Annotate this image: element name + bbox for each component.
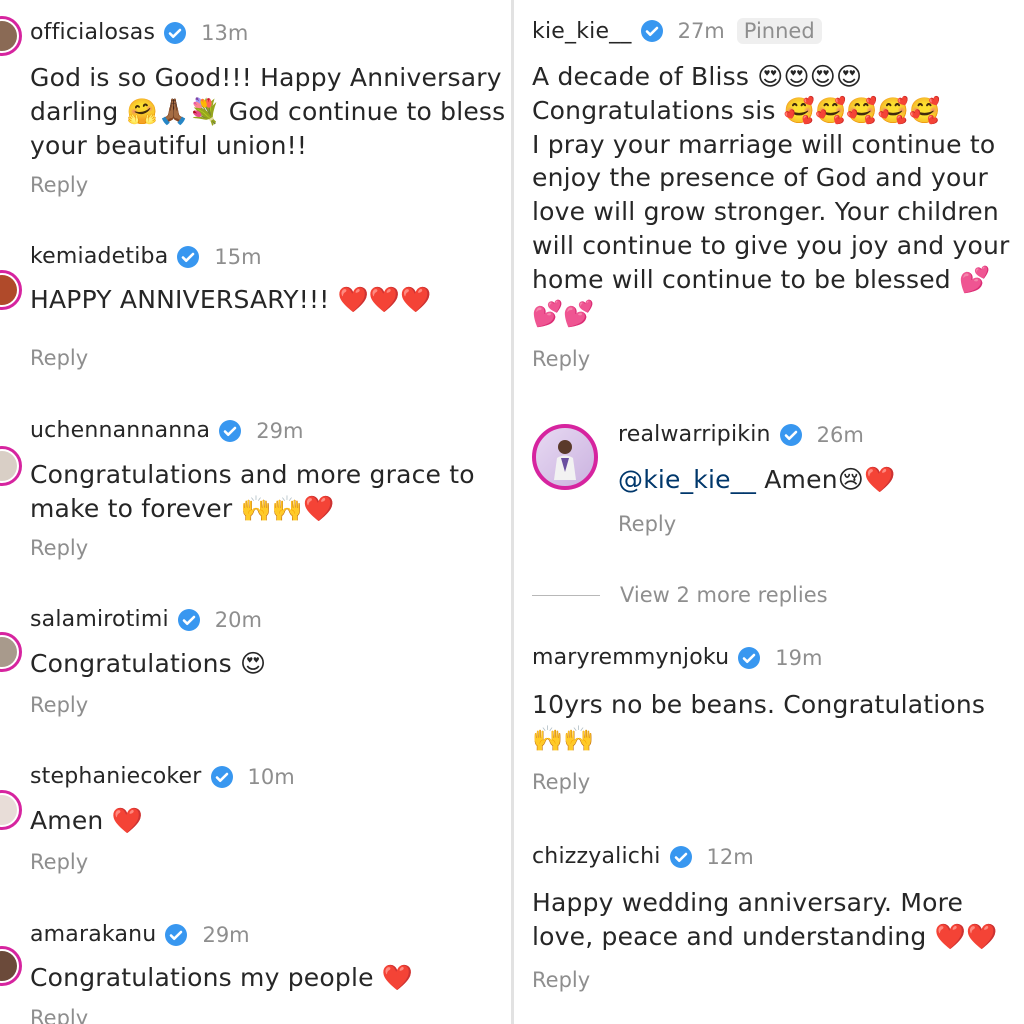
reply-button[interactable]: Reply — [30, 173, 88, 197]
username[interactable]: kie_kie__ — [532, 19, 632, 44]
comment-text: Congratulations my people ❤️ — [30, 963, 414, 992]
view-more-label: View 2 more replies — [620, 583, 828, 607]
username[interactable]: maryremmynjoku — [532, 645, 729, 670]
timestamp: 20m — [214, 607, 262, 632]
avatar[interactable] — [0, 446, 22, 486]
verified-badge-icon — [165, 923, 188, 946]
verified-badge-icon — [177, 245, 200, 268]
reply-button[interactable]: Reply — [30, 1006, 88, 1024]
timestamp: 10m — [247, 764, 295, 789]
username[interactable]: stephaniecoker — [30, 764, 202, 789]
username[interactable]: amarakanu — [30, 922, 156, 947]
timestamp: 26m — [816, 422, 864, 447]
comment-text: Amen ❤️ — [30, 806, 143, 835]
username[interactable]: officialosas — [30, 20, 155, 45]
verified-badge-icon — [738, 646, 761, 669]
reply-button[interactable]: Reply — [618, 512, 676, 536]
comment-header: maryremmynjoku 19m — [532, 645, 822, 670]
mention-link[interactable]: @kie_kie__ — [618, 465, 756, 494]
verified-badge-icon — [640, 20, 663, 42]
username[interactable]: uchennannanna — [30, 418, 210, 443]
comment-text: Congratulations 😍 — [30, 649, 267, 678]
username[interactable]: kemiadetiba — [30, 244, 168, 269]
avatar[interactable] — [0, 946, 22, 986]
comment-header: amarakanu 29m — [30, 922, 250, 947]
comment-header: realwarripikin 26m — [618, 422, 864, 447]
comment-header: stephaniecoker 10m — [30, 764, 295, 789]
pinned-badge: Pinned — [736, 18, 822, 44]
verified-badge-icon — [779, 423, 802, 446]
reply-button[interactable]: Reply — [532, 968, 590, 992]
comments-column-left: officialosas 13m God is so Good!!! Happy… — [0, 0, 512, 1024]
reply-button[interactable]: Reply — [532, 770, 590, 794]
reply-button[interactable]: Reply — [30, 536, 88, 560]
username[interactable]: salamirotimi — [30, 607, 169, 632]
reply-button[interactable]: Reply — [30, 693, 88, 717]
avatar-person-icon — [554, 440, 576, 480]
timestamp: 12m — [706, 844, 754, 869]
comment-text: A decade of Bliss 😍😍😍😍 Congratulations s… — [532, 62, 1010, 328]
comments-column-right: kie_kie__ 27m Pinned A decade of Bliss 😍… — [514, 0, 1024, 1024]
verified-badge-icon — [219, 419, 242, 442]
avatar[interactable] — [532, 424, 598, 490]
comment-header: kie_kie__ 27m Pinned — [532, 18, 822, 44]
comment-text: Congratulations and more grace to make t… — [30, 460, 475, 523]
comment-text: God is so Good!!! Happy Anniversary darl… — [30, 63, 506, 160]
comment-header: chizzyalichi 12m — [532, 844, 754, 869]
comment-text: HAPPY ANNIVERSARY!!! ❤️❤️❤️ — [30, 285, 432, 314]
reply-button[interactable]: Reply — [30, 346, 88, 370]
timestamp: 29m — [256, 418, 304, 443]
comment-text: 10yrs no be beans. Congratulations 🙌🙌 — [532, 690, 986, 753]
view-more-replies[interactable]: View 2 more replies — [532, 583, 828, 607]
timestamp: 29m — [202, 922, 250, 947]
username[interactable]: chizzyalichi — [532, 844, 661, 869]
reply-text: Amen😢❤️ — [756, 465, 896, 494]
comment-header: salamirotimi 20m — [30, 607, 262, 632]
timestamp: 27m — [677, 19, 725, 43]
verified-badge-icon — [210, 765, 233, 788]
timestamp: 19m — [775, 645, 823, 670]
timestamp: 15m — [214, 244, 262, 269]
comment-text: Happy wedding anniversary. More love, pe… — [532, 888, 998, 951]
comment-header: officialosas 13m — [30, 20, 248, 45]
avatar[interactable] — [0, 16, 22, 56]
avatar[interactable] — [0, 270, 22, 310]
divider-line — [532, 594, 600, 596]
comment-header: kemiadetiba 15m — [30, 244, 262, 269]
comment-text: @kie_kie__ Amen😢❤️ — [618, 463, 895, 497]
avatar[interactable] — [0, 632, 22, 672]
reply-button[interactable]: Reply — [30, 850, 88, 874]
avatar[interactable] — [0, 790, 22, 830]
verified-badge-icon — [164, 21, 187, 44]
username[interactable]: realwarripikin — [618, 422, 771, 447]
reply-button[interactable]: Reply — [532, 347, 590, 371]
verified-badge-icon — [669, 845, 692, 868]
timestamp: 13m — [201, 20, 249, 45]
comment-header: uchennannanna 29m — [30, 418, 303, 443]
verified-badge-icon — [177, 608, 200, 631]
